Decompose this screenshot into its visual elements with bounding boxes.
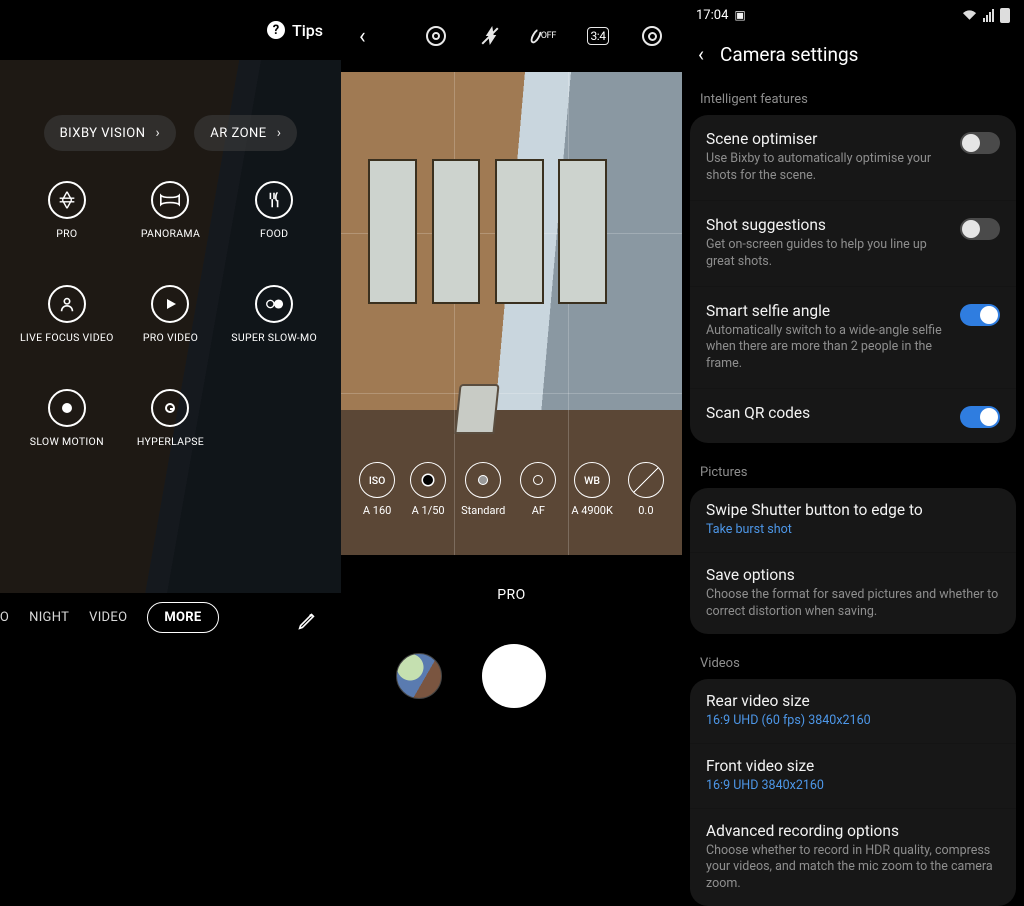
toggle-qr[interactable] bbox=[960, 406, 1000, 428]
help-icon: ? bbox=[267, 21, 285, 39]
row-scene-optimiser[interactable]: Scene optimiser Use Bixby to automatical… bbox=[690, 115, 1016, 200]
tips-label: Tips bbox=[292, 21, 323, 40]
gear-icon bbox=[426, 26, 446, 46]
camera-viewfinder[interactable]: ISO A 160 A 1/50 Standard AF WB A 4900K bbox=[341, 72, 682, 555]
row-advanced-recording[interactable]: Advanced recording options Choose whethe… bbox=[690, 808, 1016, 906]
shutter-button[interactable] bbox=[482, 644, 546, 708]
settings-button[interactable] bbox=[424, 26, 448, 46]
tab-night[interactable]: NIGHT bbox=[29, 610, 69, 625]
tab-more[interactable]: MORE bbox=[147, 602, 218, 633]
picture-style-icon bbox=[465, 462, 501, 498]
mode-slow-motion[interactable]: SLOW MOTION bbox=[15, 389, 119, 448]
wifi-icon bbox=[962, 9, 977, 21]
mode-live-focus-video[interactable]: LIVE FOCUS VIDEO bbox=[15, 285, 119, 344]
status-time: 17:04 bbox=[696, 8, 728, 23]
row-rear-size[interactable]: Rear video size 16:9 UHD (60 fps) 3840x2… bbox=[690, 679, 1016, 743]
mode-hyperlapse[interactable]: HYPERLAPSE bbox=[119, 389, 223, 448]
tab-to[interactable]: TO bbox=[0, 610, 9, 625]
pro-shutter[interactable]: A 1/50 bbox=[410, 462, 446, 517]
focus-icon bbox=[520, 462, 556, 498]
metering-button[interactable] bbox=[640, 26, 664, 46]
row-swipe-shutter[interactable]: Swipe Shutter button to edge to Take bur… bbox=[690, 488, 1016, 552]
pro-focus[interactable]: AF bbox=[520, 462, 556, 517]
current-mode-label: PRO bbox=[341, 587, 682, 603]
mode-pro[interactable]: PRO bbox=[15, 181, 119, 240]
row-save-options[interactable]: Save options Choose the format for saved… bbox=[690, 552, 1016, 634]
toggle-smart-selfie[interactable] bbox=[960, 304, 1000, 326]
pro-iso[interactable]: ISO A 160 bbox=[359, 462, 395, 517]
toggle-shot-suggestions[interactable] bbox=[960, 218, 1000, 240]
wb-icon: WB bbox=[574, 462, 610, 498]
section-pictures: Pictures bbox=[682, 457, 1024, 488]
pro-picture[interactable]: Standard bbox=[461, 462, 505, 517]
chevron-right-icon: › bbox=[277, 125, 282, 141]
bixby-vision-button[interactable]: BIXBY VISION › bbox=[44, 115, 177, 151]
scene-frames bbox=[368, 159, 607, 304]
metering-icon bbox=[642, 26, 662, 46]
pro-wb[interactable]: WB A 4900K bbox=[571, 462, 613, 517]
chevron-right-icon: › bbox=[156, 125, 161, 141]
aperture-icon bbox=[48, 181, 86, 219]
status-bar: 17:04 ▣ bbox=[682, 0, 1024, 30]
tips-button[interactable]: ? Tips bbox=[267, 21, 323, 40]
pro-ev[interactable]: 0.0 bbox=[628, 462, 664, 517]
back-button[interactable]: ‹ bbox=[359, 24, 366, 49]
battery-icon bbox=[1000, 8, 1010, 23]
section-intelligent: Intelligent features bbox=[682, 84, 1024, 115]
super-slowmo-icon bbox=[255, 285, 293, 323]
tab-video[interactable]: VIDEO bbox=[89, 610, 127, 625]
section-videos: Videos bbox=[682, 648, 1024, 679]
scene-chair bbox=[454, 384, 499, 434]
mode-panorama[interactable]: PANORAMA bbox=[119, 181, 223, 240]
panorama-icon bbox=[151, 181, 189, 219]
toggle-scene-optimiser[interactable] bbox=[960, 132, 1000, 154]
settings-title: Camera settings bbox=[720, 43, 858, 66]
row-front-size[interactable]: Front video size 16:9 UHD 3840x2160 bbox=[690, 743, 1016, 808]
edit-modes-button[interactable] bbox=[293, 607, 321, 635]
slow-motion-icon bbox=[48, 389, 86, 427]
shutter-icon bbox=[410, 462, 446, 498]
live-focus-video-icon bbox=[48, 285, 86, 323]
ar-zone-button[interactable]: AR ZONE › bbox=[194, 115, 297, 151]
ev-icon bbox=[628, 462, 664, 498]
flash-button[interactable] bbox=[478, 26, 502, 46]
row-qr[interactable]: Scan QR codes bbox=[690, 388, 1016, 443]
aspect-ratio-button[interactable]: 3:4 bbox=[586, 27, 610, 45]
flash-off-icon bbox=[483, 26, 497, 46]
food-icon bbox=[255, 181, 293, 219]
mode-food[interactable]: FOOD bbox=[222, 181, 326, 240]
mode-super-slowmo[interactable]: SUPER SLOW-MO bbox=[222, 285, 326, 344]
row-smart-selfie[interactable]: Smart selfie angle Automatically switch … bbox=[690, 286, 1016, 389]
iso-icon: ISO bbox=[359, 462, 395, 498]
settings-back-button[interactable]: ‹ bbox=[698, 42, 704, 66]
gallery-thumbnail[interactable] bbox=[396, 653, 442, 699]
mode-pro-video[interactable]: PRO VIDEO bbox=[119, 285, 223, 344]
row-shot-suggestions[interactable]: Shot suggestions Get on-screen guides to… bbox=[690, 200, 1016, 286]
hyperlapse-icon bbox=[151, 389, 189, 427]
signal-icon bbox=[983, 9, 994, 22]
pro-video-icon bbox=[151, 285, 189, 323]
timer-button[interactable]: OFF bbox=[532, 28, 556, 44]
image-icon: ▣ bbox=[734, 8, 745, 22]
